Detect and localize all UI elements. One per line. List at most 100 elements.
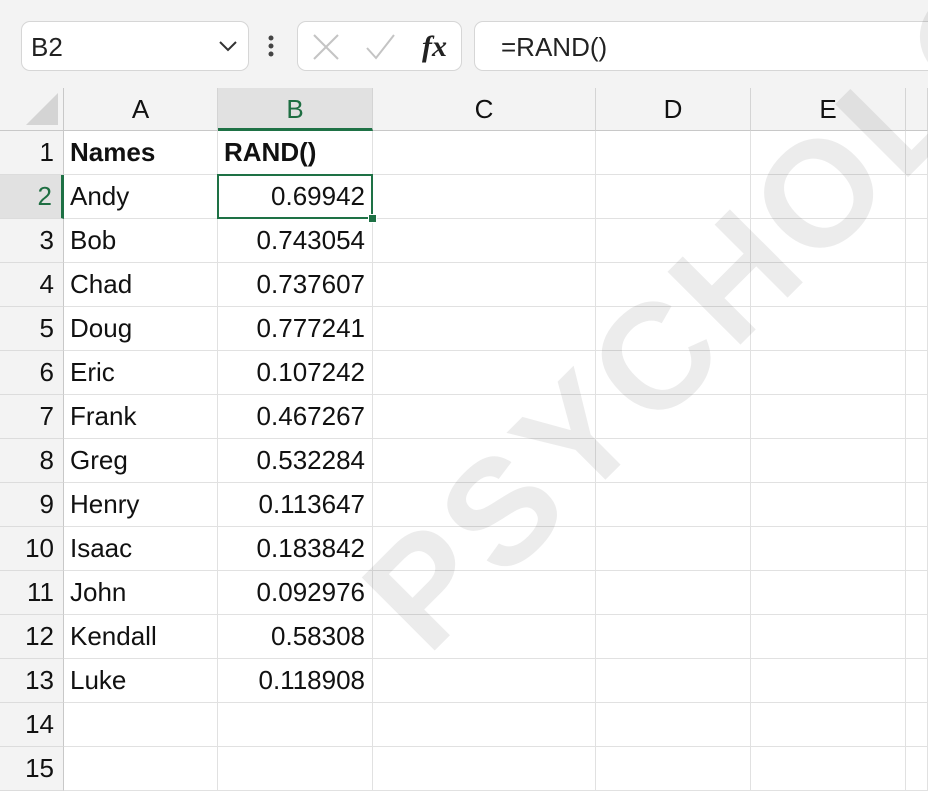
cell-a1[interactable]: Names [64, 131, 218, 175]
cell-c13[interactable] [373, 659, 596, 703]
cell-next7[interactable] [906, 395, 928, 439]
cell-b15[interactable] [218, 747, 373, 791]
cell-c5[interactable] [373, 307, 596, 351]
cell-c2[interactable] [373, 175, 596, 219]
cell-d7[interactable] [596, 395, 751, 439]
row-header[interactable]: 12 [0, 615, 64, 659]
row-header[interactable]: 6 [0, 351, 64, 395]
column-header-d[interactable]: D [596, 88, 751, 131]
cell-a5[interactable]: Doug [64, 307, 218, 351]
column-header-e[interactable]: E [751, 88, 906, 131]
cell-d6[interactable] [596, 351, 751, 395]
cell-d15[interactable] [596, 747, 751, 791]
cell-a7[interactable]: Frank [64, 395, 218, 439]
cell-e6[interactable] [751, 351, 906, 395]
cell-c3[interactable] [373, 219, 596, 263]
cell-d4[interactable] [596, 263, 751, 307]
cell-c1[interactable] [373, 131, 596, 175]
cell-next8[interactable] [906, 439, 928, 483]
cell-e2[interactable] [751, 175, 906, 219]
column-header-next[interactable] [906, 88, 928, 131]
column-header-b[interactable]: B [218, 88, 373, 131]
cell-a10[interactable]: Isaac [64, 527, 218, 571]
cell-b11[interactable]: 0.092976 [218, 571, 373, 615]
row-header[interactable]: 5 [0, 307, 64, 351]
cell-next5[interactable] [906, 307, 928, 351]
cell-a3[interactable]: Bob [64, 219, 218, 263]
cell-b4[interactable]: 0.737607 [218, 263, 373, 307]
cell-b6[interactable]: 0.107242 [218, 351, 373, 395]
cell-e3[interactable] [751, 219, 906, 263]
chevron-down-icon[interactable] [218, 39, 238, 53]
name-box[interactable]: B2 [21, 21, 249, 71]
cell-e4[interactable] [751, 263, 906, 307]
column-header-c[interactable]: C [373, 88, 596, 131]
cell-d11[interactable] [596, 571, 751, 615]
cell-c14[interactable] [373, 703, 596, 747]
cell-a15[interactable] [64, 747, 218, 791]
cell-next13[interactable] [906, 659, 928, 703]
cancel-icon[interactable] [310, 31, 342, 63]
cell-b5[interactable]: 0.777241 [218, 307, 373, 351]
cell-a11[interactable]: John [64, 571, 218, 615]
cell-e9[interactable] [751, 483, 906, 527]
cell-next11[interactable] [906, 571, 928, 615]
row-header[interactable]: 8 [0, 439, 64, 483]
column-header-a[interactable]: A [64, 88, 218, 131]
cell-c15[interactable] [373, 747, 596, 791]
cell-a9[interactable]: Henry [64, 483, 218, 527]
cell-e1[interactable] [751, 131, 906, 175]
cell-b1[interactable]: RAND() [218, 131, 373, 175]
cell-d5[interactable] [596, 307, 751, 351]
fill-handle[interactable] [368, 214, 377, 223]
row-header[interactable]: 9 [0, 483, 64, 527]
cell-a6[interactable]: Eric [64, 351, 218, 395]
cell-c4[interactable] [373, 263, 596, 307]
cell-c11[interactable] [373, 571, 596, 615]
cell-c9[interactable] [373, 483, 596, 527]
cell-e13[interactable] [751, 659, 906, 703]
cell-e10[interactable] [751, 527, 906, 571]
row-header[interactable]: 13 [0, 659, 64, 703]
cell-next14[interactable] [906, 703, 928, 747]
cell-next15[interactable] [906, 747, 928, 791]
row-header[interactable]: 2 [0, 175, 64, 219]
cell-e5[interactable] [751, 307, 906, 351]
cell-c10[interactable] [373, 527, 596, 571]
formula-input[interactable]: =RAND() [474, 21, 928, 71]
cell-e7[interactable] [751, 395, 906, 439]
cell-d2[interactable] [596, 175, 751, 219]
cell-c7[interactable] [373, 395, 596, 439]
row-header[interactable]: 10 [0, 527, 64, 571]
cell-b8[interactable]: 0.532284 [218, 439, 373, 483]
cell-b3[interactable]: 0.743054 [218, 219, 373, 263]
cell-c6[interactable] [373, 351, 596, 395]
cell-b9[interactable]: 0.113647 [218, 483, 373, 527]
cell-e14[interactable] [751, 703, 906, 747]
cell-d8[interactable] [596, 439, 751, 483]
cell-e8[interactable] [751, 439, 906, 483]
cell-a14[interactable] [64, 703, 218, 747]
cell-next6[interactable] [906, 351, 928, 395]
cell-d10[interactable] [596, 527, 751, 571]
row-header[interactable]: 4 [0, 263, 64, 307]
insert-function-button[interactable]: fx [422, 30, 447, 64]
cell-next10[interactable] [906, 527, 928, 571]
cell-next2[interactable] [906, 175, 928, 219]
cell-next12[interactable] [906, 615, 928, 659]
more-options-icon[interactable] [268, 35, 274, 57]
cell-e15[interactable] [751, 747, 906, 791]
cell-a2[interactable]: Andy [64, 175, 218, 219]
cell-a8[interactable]: Greg [64, 439, 218, 483]
row-header[interactable]: 3 [0, 219, 64, 263]
enter-check-icon[interactable] [364, 31, 396, 63]
cell-b14[interactable] [218, 703, 373, 747]
cell-b13[interactable]: 0.118908 [218, 659, 373, 703]
cell-d12[interactable] [596, 615, 751, 659]
cell-next4[interactable] [906, 263, 928, 307]
cell-b10[interactable]: 0.183842 [218, 527, 373, 571]
cell-c12[interactable] [373, 615, 596, 659]
cell-a13[interactable]: Luke [64, 659, 218, 703]
cell-next9[interactable] [906, 483, 928, 527]
cell-e12[interactable] [751, 615, 906, 659]
